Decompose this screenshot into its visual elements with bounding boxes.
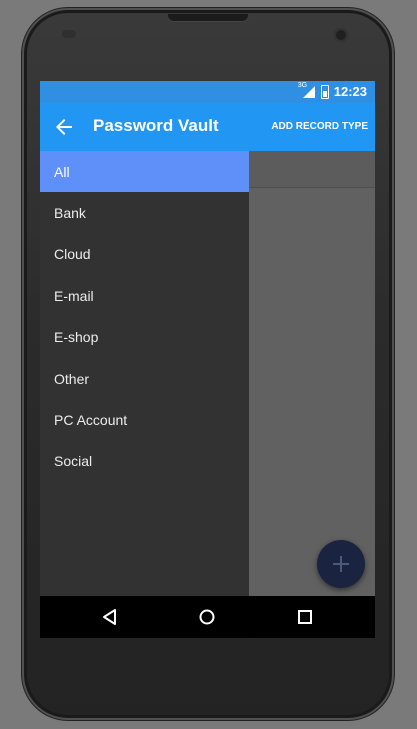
status-icons: 3G 12:23: [298, 82, 367, 100]
add-record-type-button[interactable]: ADD RECORD TYPE: [271, 121, 368, 132]
front-camera: [334, 28, 348, 42]
drawer-item-email[interactable]: E-mail: [40, 275, 249, 316]
drawer-item-cloud[interactable]: Cloud: [40, 233, 249, 274]
drawer-item-social[interactable]: Social: [40, 440, 249, 481]
navigation-drawer: All Bank Cloud E-mail E-shop Other PC Ac…: [40, 151, 249, 596]
nav-back-icon[interactable]: [100, 607, 120, 627]
speaker-grille: [168, 14, 248, 22]
battery-icon: [320, 84, 329, 99]
drawer-item-bank[interactable]: Bank: [40, 192, 249, 233]
main-content-header: [249, 151, 375, 188]
drawer-item-other[interactable]: Other: [40, 358, 249, 399]
sensor: [62, 30, 76, 38]
add-record-fab[interactable]: [317, 540, 365, 588]
app-title: Password Vault: [93, 116, 219, 135]
system-nav-bar: [40, 596, 375, 638]
network-type: 3G: [297, 81, 308, 89]
status-bar: 3G 12:23: [40, 81, 375, 103]
drawer-item-eshop[interactable]: E-shop: [40, 316, 249, 357]
nav-home-icon[interactable]: [197, 607, 217, 627]
drawer-item-all[interactable]: All: [40, 151, 249, 192]
device-screen: 3G 12:23 Password Vault ADD RECORD TYPE …: [40, 81, 375, 638]
app-bar: Password Vault ADD RECORD TYPE: [40, 103, 375, 151]
arrow-back-icon[interactable]: [52, 115, 76, 139]
signal-icon: 3G: [298, 82, 316, 99]
clock: 12:23: [333, 84, 367, 99]
nav-recents-icon[interactable]: [295, 607, 315, 627]
add-icon: [333, 556, 349, 572]
drawer-item-pc-account[interactable]: PC Account: [40, 399, 249, 440]
